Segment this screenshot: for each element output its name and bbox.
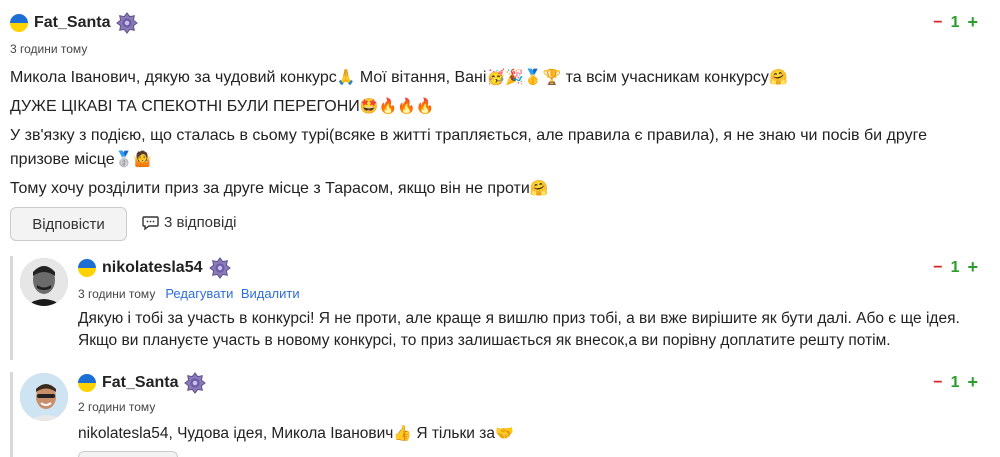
comment-line: У зв'язку з подією, що сталась в сьому т… [10, 127, 927, 168]
avatar[interactable] [20, 258, 68, 306]
replies-count-label: 3 відповіді [164, 214, 237, 231]
timestamp: 2 години тому [78, 400, 156, 414]
delete-link[interactable]: Видалити [241, 286, 300, 301]
comment-body: nikolatesla54, Чудова ідея, Микола Івано… [78, 424, 514, 442]
upvote-button[interactable]: + [967, 372, 978, 393]
comment-body: Дякую і тобі за участь в конкурсі! Я не … [78, 310, 960, 350]
replies-toggle[interactable]: 3 відповіді [142, 214, 236, 231]
vote-controls: − 1 + [933, 372, 978, 393]
username[interactable]: nikolatesla54 [102, 259, 203, 277]
vote-score: 1 [950, 373, 960, 391]
avatar[interactable] [20, 373, 68, 421]
avatar-image [20, 258, 68, 306]
username[interactable]: Fat_Santa [102, 374, 178, 392]
rank-badge-icon [116, 12, 139, 34]
ukraine-flag-icon [78, 259, 96, 277]
mention-link[interactable]: nikolatesla54 [78, 425, 168, 442]
avatar-image [20, 373, 68, 421]
comment-actions: Редагувати Видалити [159, 285, 299, 303]
upvote-button[interactable]: + [967, 12, 978, 33]
comment-line: Тому хочу розділити приз за друге місце … [10, 178, 549, 197]
comment-line: ДУЖЕ ЦІКАВІ ТА СПЕКОТНІ БУЛИ ПЕРЕГОНИ🤩🔥🔥… [10, 97, 435, 116]
downvote-button[interactable]: − [933, 259, 942, 277]
downvote-button[interactable]: − [933, 14, 942, 32]
reply-button[interactable]: Відповісти [10, 207, 127, 241]
comment-1: Fat_Santa 3 години тому − 1 + Микола Іва… [0, 0, 1000, 250]
ukraine-flag-icon [10, 14, 28, 32]
timestamp: 3 години тому [78, 287, 156, 301]
vote-score: 1 [950, 13, 960, 31]
comment-line: Микола Іванович, дякую за чудовий конкур… [10, 68, 788, 86]
downvote-button[interactable]: − [933, 374, 942, 392]
username[interactable]: Fat_Santa [34, 14, 110, 32]
speech-bubble-icon [142, 215, 159, 230]
comment-3: Fat_Santa 2 години тому − 1 + nikolatesl… [0, 365, 1000, 457]
vote-controls: − 1 + [933, 12, 978, 33]
upvote-button[interactable]: + [967, 257, 978, 278]
comment-2: nikolatesla54 3 години тому Редагувати В… [0, 250, 1000, 360]
vote-score: 1 [950, 258, 960, 276]
reply-button[interactable] [78, 451, 178, 457]
ukraine-flag-icon [78, 374, 96, 392]
timestamp: 3 години тому [10, 42, 88, 56]
comment-body: Микола Іванович, дякую за чудовий конкур… [10, 66, 970, 200]
edit-link[interactable]: Редагувати [165, 286, 233, 301]
rank-badge-icon [208, 257, 231, 279]
vote-controls: − 1 + [933, 257, 978, 278]
rank-badge-icon [184, 372, 207, 394]
